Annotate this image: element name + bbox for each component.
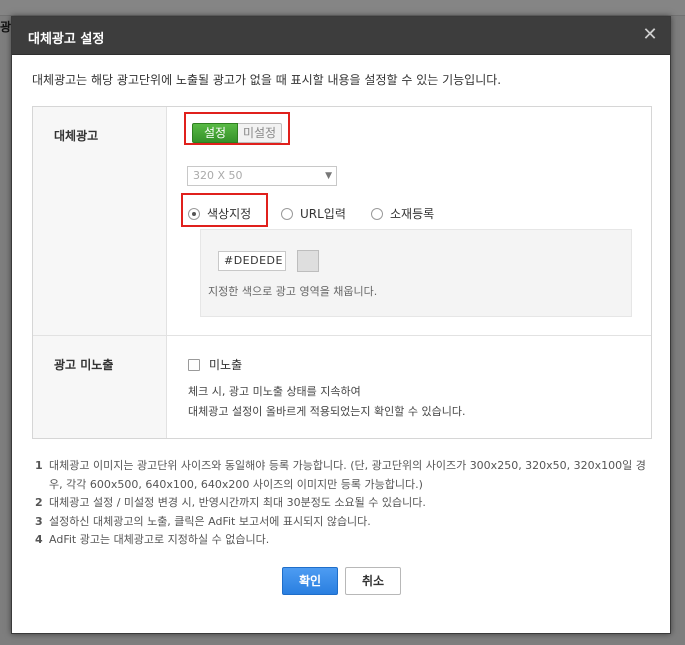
notes-list: 1 대체광고 이미지는 광고단위 사이즈와 동일해야 등록 가능합니다. (단,… [35, 457, 655, 550]
note-text: 설정하신 대체광고의 노출, 클릭은 AdFit 보고서에 표시되지 않습니다. [49, 514, 371, 528]
toggle-highlight: 설정 미설정 [184, 112, 290, 145]
list-item: 3 설정하신 대체광고의 노출, 클릭은 AdFit 보고서에 표시되지 않습니… [35, 513, 655, 532]
dialog-title: 대체광고 설정 [28, 32, 105, 47]
color-swatch[interactable] [297, 250, 319, 272]
row-divider [33, 335, 651, 336]
confirm-button[interactable]: 확인 [282, 567, 338, 595]
radio-selected-icon [188, 207, 200, 220]
radio-color-label: 색상지정 [207, 207, 252, 221]
radio-unselected-icon [371, 207, 383, 220]
radio-url-label: URL입력 [300, 207, 346, 221]
note-number: 4 [35, 533, 43, 546]
note-text: 대체광고 설정 / 미설정 변경 시, 반영시간까지 최대 30분정도 소요될 … [49, 496, 426, 509]
radio-url[interactable]: URL입력 [281, 205, 346, 222]
color-input[interactable]: #DEDEDE [218, 251, 286, 271]
label-column [33, 107, 167, 438]
note-number: 1 [35, 459, 43, 472]
cancel-button[interactable]: 취소 [345, 567, 401, 595]
toggle-off-button[interactable]: 미설정 [238, 123, 282, 143]
note-number: 3 [35, 514, 43, 528]
alt-ad-label: 대체광고 [54, 129, 99, 143]
dialog-header: 대체광고 설정 ✕ [12, 17, 670, 55]
note-text: 대체광고 이미지는 광고단위 사이즈와 동일해야 등록 가능합니다. (단, 광… [49, 459, 646, 491]
dialog-description: 대체광고는 해당 광고단위에 노출될 광고가 없을 때 표시할 내용을 설정할 … [32, 73, 502, 87]
no-expose-note-2: 대체광고 설정이 올바르게 적용되었는지 확인할 수 있습니다. [188, 405, 466, 418]
list-item: 4 AdFit 광고는 대체광고로 지정하실 수 없습니다. [35, 531, 655, 550]
size-select-value: 320 X 50 [193, 169, 243, 182]
note-number: 2 [35, 496, 43, 509]
radio-color[interactable]: 색상지정 [188, 205, 251, 222]
no-expose-label: 광고 미노출 [54, 358, 114, 372]
radio-material[interactable]: 소재등록 [371, 205, 434, 222]
size-select[interactable]: 320 X 50 ▼ [187, 166, 337, 186]
color-help-text: 지정한 색으로 광고 영역을 채웁니다. [208, 285, 378, 298]
radio-material-label: 소재등록 [390, 207, 435, 221]
settings-table: 대체광고 설정 미설정 320 X 50 ▼ 색상지정 URL입력 소재등록 #… [32, 106, 652, 439]
alt-ad-toggle: 설정 미설정 [192, 123, 282, 143]
no-expose-checkbox-label: 미노출 [209, 358, 243, 372]
radio-unselected-icon [281, 207, 293, 220]
no-expose-checkbox[interactable]: 미노출 [188, 356, 242, 373]
close-icon[interactable]: ✕ [640, 25, 660, 45]
chevron-down-icon: ▼ [325, 171, 332, 181]
list-item: 1 대체광고 이미지는 광고단위 사이즈와 동일해야 등록 가능합니다. (단,… [35, 457, 655, 494]
color-panel: #DEDEDE 지정한 색으로 광고 영역을 채웁니다. [200, 229, 632, 317]
no-expose-note-1: 체크 시, 광고 미노출 상태를 지속하여 [188, 385, 361, 398]
list-item: 2 대체광고 설정 / 미설정 변경 시, 반영시간까지 최대 30분정도 소요… [35, 494, 655, 513]
toggle-on-button[interactable]: 설정 [192, 123, 238, 143]
checkbox-icon [188, 358, 200, 371]
note-text: AdFit 광고는 대체광고로 지정하실 수 없습니다. [49, 533, 270, 546]
alt-ad-dialog: 대체광고 설정 ✕ 대체광고는 해당 광고단위에 노출될 광고가 없을 때 표시… [11, 16, 671, 634]
